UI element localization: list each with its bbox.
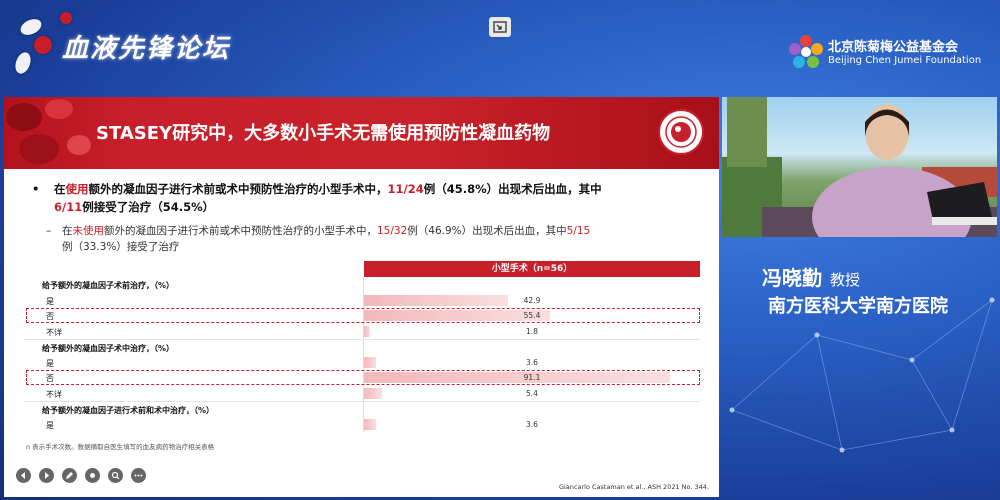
- text: 例（45.8%）出现术后出血，其中: [423, 182, 602, 196]
- text: 在: [54, 182, 66, 196]
- table-section-row: 给予额外的凝血因子进行术前和术中治疗，（%）: [24, 401, 700, 417]
- presenter-video-frame: [722, 97, 997, 237]
- row-label: 是: [46, 358, 54, 368]
- presenter-name-line: 冯晓勤 教授: [762, 262, 860, 291]
- red-cells-decoration: [6, 99, 91, 164]
- highlight-text: 15/32: [377, 225, 408, 237]
- foundation-name-cn: 北京陈菊梅公益基金会: [828, 40, 959, 55]
- row-label: 是: [46, 296, 54, 306]
- citation: Giancarlo Castaman et al., ASH 2021 No. …: [558, 483, 709, 491]
- column-divider: [363, 340, 364, 355]
- row-label: 给予额外的凝血因子术中治疗，（%）: [42, 344, 175, 353]
- table-row: 是 42.9: [24, 292, 700, 308]
- column-divider: [363, 277, 364, 293]
- zoom-icon[interactable]: [108, 468, 123, 483]
- row-value: 42.9: [523, 295, 541, 305]
- pointer-icon[interactable]: [85, 468, 100, 483]
- row-label: 是: [46, 420, 54, 430]
- row-label: 给予额外的凝血因子进行术前和术中治疗，（%）: [42, 406, 215, 415]
- presenter-name: 冯晓勤: [762, 266, 822, 290]
- value-bar-track: 3.6: [364, 418, 700, 430]
- row-label: 给予额外的凝血因子术前治疗，（%）: [42, 281, 175, 290]
- next-slide-icon[interactable]: [39, 468, 54, 483]
- blood-cell-decoration: [60, 12, 72, 24]
- row-value: 3.6: [526, 419, 538, 429]
- slide-title: STASEY研究中，大多数小手术无需使用预防性凝血药物: [96, 123, 551, 144]
- presenter-affiliation: 南方医科大学南方医院: [768, 296, 948, 317]
- value-bar-track: 1.8: [364, 325, 700, 337]
- slide-header: STASEY研究中，大多数小手术无需使用预防性凝血药物: [4, 97, 719, 169]
- row-label: 不详: [46, 389, 62, 399]
- table-row: 是 3.6: [24, 416, 700, 432]
- row-value: 1.8: [526, 326, 538, 336]
- foundation-logo: 北京陈菊梅公益基金会 Beijing Chen Jumei Foundation: [788, 32, 988, 77]
- table-section-row: 给予额外的凝血因子术中治疗，（%）: [24, 339, 700, 355]
- blood-cell-decoration: [18, 16, 44, 38]
- table-body: 给予额外的凝血因子术前治疗，（%） 是 42.9 否 55.4 不详 1.8 给予额外的凝血因…: [24, 277, 700, 432]
- text: 在: [62, 225, 73, 237]
- blood-cell-decoration: [12, 50, 34, 76]
- row-value: 3.6: [526, 357, 538, 367]
- slide-toolbar: [16, 468, 146, 483]
- surgery-data-table: 小型手术（n=56） 给予额外的凝血因子术前治疗，（%）是 42.9 否 55.4 不详…: [24, 261, 700, 432]
- presenter-title: 教授: [830, 271, 861, 289]
- presenter-video: [722, 97, 997, 237]
- bullet-dot-icon: •: [32, 182, 40, 196]
- bullet-point-1: • 在使用额外的凝血因子进行术前或术中预防性治疗的小型手术中，11/24例（45…: [32, 180, 712, 216]
- table-section-row: 给予额外的凝血因子术前治疗，（%）: [24, 277, 700, 293]
- highlight-text: 11/24: [387, 182, 424, 196]
- value-bar-track: 3.6: [364, 356, 700, 368]
- table-row: 否 91.1: [24, 370, 700, 386]
- forum-title: 血液先锋论坛: [62, 34, 231, 64]
- column-divider: [363, 402, 364, 417]
- highlight-box: [26, 370, 700, 385]
- more-options-icon[interactable]: [131, 468, 146, 483]
- table-row: 是 3.6: [24, 354, 700, 370]
- foundation-name-en: Beijing Chen Jumei Foundation: [828, 55, 982, 66]
- highlight-text: 使用: [65, 182, 89, 196]
- presentation-slide: STASEY研究中，大多数小手术无需使用预防性凝血药物 • 在使用额外的凝血因子…: [4, 97, 719, 497]
- previous-slide-icon[interactable]: [16, 468, 31, 483]
- text: 例（46.9%）出现术后出血，其中: [407, 225, 567, 237]
- table-row: 否 55.4: [24, 308, 700, 324]
- forum-logo: 血液先锋论坛: [12, 12, 250, 76]
- footnote: n 表示手术次数。数据摘取自医生填写的血友病药物治疗相关表格: [26, 443, 215, 451]
- pen-icon[interactable]: [62, 468, 77, 483]
- column-header: 小型手术（n=56）: [364, 261, 700, 277]
- table-header: 小型手术（n=56）: [24, 261, 700, 277]
- row-value: 5.4: [526, 388, 538, 398]
- value-bar-track: 42.9: [364, 294, 700, 306]
- value-bar-track: 5.4: [364, 387, 700, 399]
- text: 例（33.3%）接受了治疗: [62, 241, 180, 253]
- highlight-box: [26, 308, 700, 323]
- blood-cell-decoration: [34, 36, 52, 54]
- text: 额外的凝血因子进行术前或术中预防性治疗的小型手术中，: [88, 182, 388, 196]
- text: 例接受了治疗（54.5%）: [82, 200, 215, 214]
- highlight-text: 5/15: [566, 225, 591, 237]
- text: 额外的凝血因子进行术前或术中预防性治疗的小型手术中，: [104, 225, 377, 237]
- highlight-text: 6/11: [54, 200, 83, 214]
- exit-fullscreen-icon[interactable]: [489, 17, 511, 37]
- society-emblem-icon: [658, 109, 704, 155]
- table-row: 不详 1.8: [24, 323, 700, 339]
- foundation-flower-icon: [789, 35, 823, 68]
- highlight-text: 未使用: [72, 225, 105, 237]
- row-label: 不详: [46, 327, 62, 337]
- dash-icon: –: [46, 225, 52, 237]
- table-row: 不详 5.4: [24, 385, 700, 401]
- bullet-point-2: – 在未使用额外的凝血因子进行术前或术中预防性治疗的小型手术中，15/32例（4…: [46, 223, 706, 255]
